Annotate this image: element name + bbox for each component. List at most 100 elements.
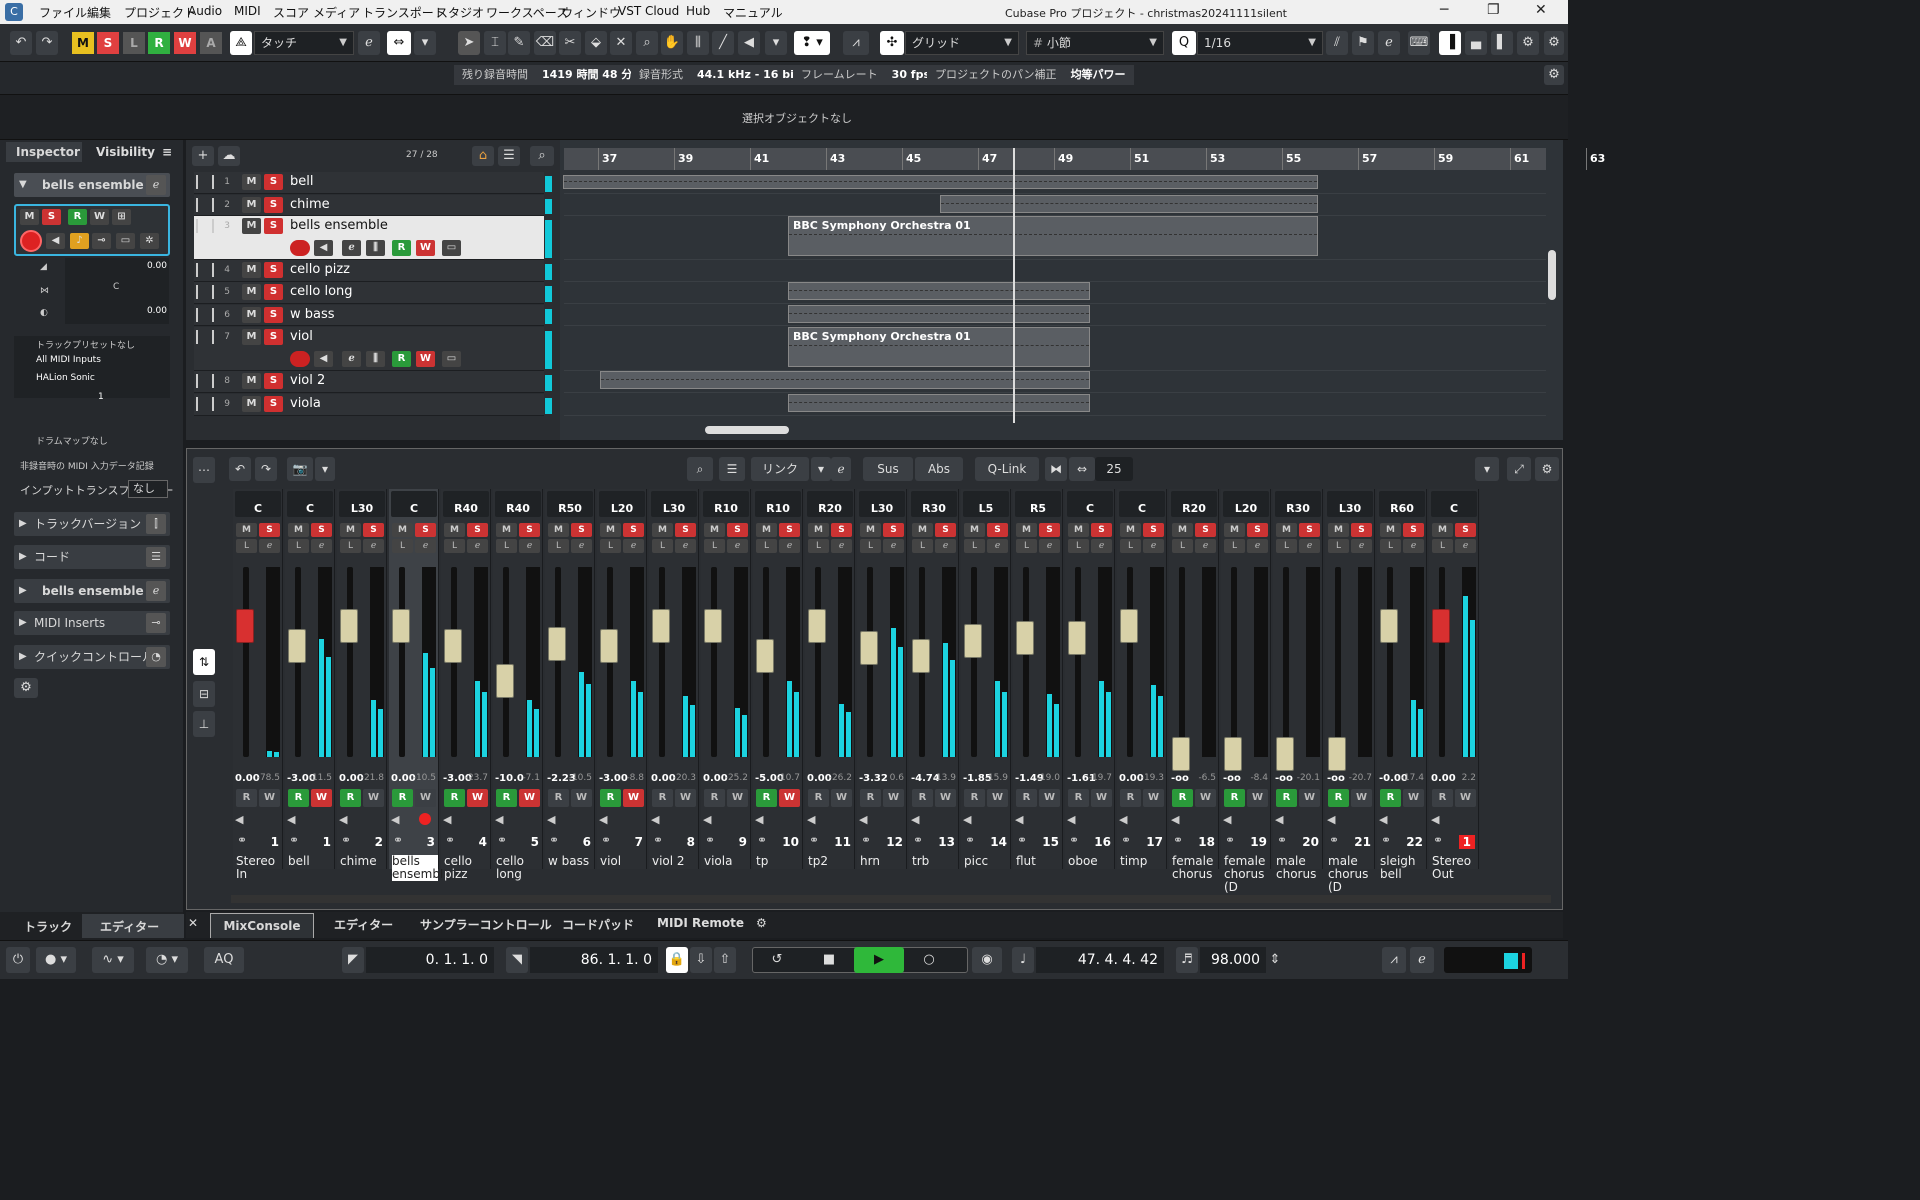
track-mute-button[interactable]: M bbox=[242, 284, 261, 300]
track-mute-button[interactable]: M bbox=[242, 262, 261, 278]
tab-visibility[interactable]: Visibility bbox=[96, 142, 155, 162]
peak-value[interactable]: 0.6 bbox=[890, 773, 904, 783]
listen-button[interactable]: L bbox=[704, 539, 725, 553]
volume-value[interactable]: 0.00 bbox=[1431, 773, 1456, 784]
listen-button[interactable]: L bbox=[1068, 539, 1089, 553]
volume-fader[interactable] bbox=[1016, 621, 1034, 655]
channel-edit-icon[interactable]: ℯ bbox=[259, 539, 280, 553]
channel-strip[interactable]: C M S Lℯ -3.00 -11.5 R W ◀ ⚭ 1 bell bbox=[285, 489, 335, 869]
position-display[interactable]: 47. 4. 4. 42 bbox=[1036, 947, 1164, 973]
track-solo-button[interactable]: S bbox=[264, 373, 283, 389]
peak-value[interactable]: -8.8 bbox=[626, 773, 644, 783]
track-name[interactable]: bell bbox=[290, 174, 313, 189]
add-track-icon[interactable]: + bbox=[192, 146, 214, 166]
grid-type-select[interactable]: # 小節 ▼ bbox=[1026, 31, 1164, 55]
write-automation-button[interactable]: W bbox=[1039, 789, 1060, 807]
peak-value[interactable]: -26.2 bbox=[829, 773, 852, 783]
channel-name[interactable]: male chorus (D bbox=[1328, 855, 1374, 894]
track-row[interactable]: 6 MSw bass bbox=[194, 305, 552, 326]
track-row[interactable]: 4 M Scello pizz bbox=[194, 260, 552, 282]
monitor-icon[interactable]: ◀ bbox=[314, 351, 333, 367]
toolbar-gear-icon[interactable]: ⚙ bbox=[1544, 31, 1564, 55]
volume-value[interactable]: -3.00 bbox=[599, 773, 628, 784]
channel-mute-button[interactable]: M bbox=[704, 523, 725, 537]
mute-tool-icon[interactable]: ✕ bbox=[610, 31, 632, 55]
channel-name[interactable]: tp2 bbox=[808, 855, 854, 868]
pan-control[interactable]: R40 bbox=[443, 491, 489, 517]
channel-name[interactable]: male chorus bbox=[1276, 855, 1322, 881]
channel-mute-button[interactable]: M bbox=[1224, 523, 1245, 537]
autoscroll-menu-icon[interactable]: ▾ bbox=[414, 31, 436, 55]
peak-value[interactable]: -10.5 bbox=[413, 773, 436, 783]
snap-line-icon[interactable]: ⩘ bbox=[843, 31, 869, 55]
monitor-icon[interactable]: ◀ bbox=[1223, 813, 1231, 826]
monitor-icon[interactable]: ◀ bbox=[703, 813, 711, 826]
write-mode-button[interactable]: W bbox=[174, 32, 196, 54]
channel-strip[interactable]: L30 M S Lℯ 0.00 -21.8 R W ◀ ⚭ 2 chime bbox=[337, 489, 387, 869]
write-automation-button[interactable]: W bbox=[259, 789, 280, 807]
track-lanes-icon[interactable]: ▭ bbox=[442, 240, 461, 256]
channel-mute-button[interactable]: M bbox=[1432, 523, 1453, 537]
listen-button[interactable]: L bbox=[392, 539, 413, 553]
channel-strip[interactable]: C M S Lℯ 0.00 -78.5 R W ◀ ⚭ 1 Stereo In bbox=[233, 489, 283, 881]
channel-edit-icon[interactable]: ℯ bbox=[675, 539, 696, 553]
track-name[interactable]: cello long bbox=[290, 284, 353, 299]
channel-solo-button[interactable]: S bbox=[1455, 523, 1476, 537]
read-automation-button[interactable]: R bbox=[860, 789, 881, 807]
audition-mode-button[interactable]: A bbox=[200, 32, 222, 54]
channel-edit-icon[interactable]: ℯ bbox=[883, 539, 904, 553]
fader-view-icon[interactable]: ⇅ bbox=[193, 649, 215, 675]
auto-quantize-button[interactable]: AQ bbox=[204, 947, 244, 973]
status-gear-icon[interactable]: ⚙ bbox=[1544, 65, 1564, 85]
color-tool-icon[interactable]: ▾ bbox=[765, 31, 787, 55]
peak-value[interactable]: -25.2 bbox=[725, 773, 748, 783]
peak-value[interactable]: -6.5 bbox=[1198, 773, 1216, 783]
peak-value[interactable]: -7.1 bbox=[522, 773, 540, 783]
volume-value[interactable]: -3.32 bbox=[859, 773, 888, 784]
tab-mixconsole[interactable]: MixConsole bbox=[210, 913, 314, 938]
channel-name[interactable]: cello long bbox=[496, 855, 542, 881]
channel-solo-button[interactable]: S bbox=[779, 523, 800, 537]
volume-fader[interactable] bbox=[704, 609, 722, 643]
channel-mute-button[interactable]: M bbox=[652, 523, 673, 537]
read-automation-button[interactable]: R bbox=[652, 789, 673, 807]
read-automation-button[interactable]: R bbox=[1276, 789, 1297, 807]
read-automation-button[interactable]: R bbox=[1224, 789, 1245, 807]
write-automation-button[interactable]: W bbox=[1351, 789, 1372, 807]
channel-solo-button[interactable]: S bbox=[831, 523, 852, 537]
object-select-tool-icon[interactable]: ➤ bbox=[458, 31, 480, 55]
monitor-icon[interactable]: ◀ bbox=[287, 813, 295, 826]
monitor-icon[interactable]: ◀ bbox=[339, 813, 347, 826]
midi-part[interactable] bbox=[940, 195, 1318, 213]
menu-score[interactable]: スコア bbox=[273, 4, 309, 21]
channel-edit-icon[interactable]: ℯ bbox=[415, 539, 436, 553]
channel-edit-icon[interactable]: ℯ bbox=[1247, 539, 1268, 553]
monitor-icon[interactable]: ◀ bbox=[1327, 813, 1335, 826]
midi-part[interactable] bbox=[788, 394, 1090, 412]
pan-control[interactable]: C bbox=[1067, 491, 1113, 517]
track-solo-button[interactable]: S bbox=[264, 307, 283, 323]
search-icon[interactable]: ⌕ bbox=[530, 146, 554, 166]
volume-fader[interactable] bbox=[1120, 609, 1138, 643]
record-icon[interactable]: ○ bbox=[914, 947, 944, 973]
write-automation-button[interactable]: W bbox=[1195, 789, 1216, 807]
left-locator-field[interactable]: 0. 1. 1. 0 bbox=[366, 947, 494, 973]
volume-value[interactable]: -10.0 bbox=[495, 773, 524, 784]
channel-name[interactable]: w bass bbox=[548, 855, 594, 868]
channel-edit-icon[interactable]: ℯ bbox=[467, 539, 488, 553]
monitor-icon[interactable]: ◀ bbox=[235, 813, 243, 826]
read-automation-button[interactable]: R bbox=[600, 789, 621, 807]
write-automation-button[interactable]: W bbox=[987, 789, 1008, 807]
channel-strip[interactable]: R40 M S Lℯ -10.0 -7.1 R W ◀ ⚭ 5 cello long bbox=[493, 489, 543, 881]
monitor-icon[interactable]: ◀ bbox=[911, 813, 919, 826]
range-select-tool-icon[interactable]: ⌶ bbox=[484, 31, 506, 55]
right-zone-icon[interactable]: ▌ bbox=[1491, 31, 1513, 55]
read-automation-button[interactable]: R bbox=[808, 789, 829, 807]
midi-output-field[interactable]: HALion Sonic bbox=[36, 373, 95, 383]
pan-control[interactable]: R40 bbox=[495, 491, 541, 517]
peak-value[interactable]: -23.7 bbox=[465, 773, 488, 783]
track-read-button[interactable]: R bbox=[392, 351, 411, 367]
peak-value[interactable]: -19.7 bbox=[1089, 773, 1112, 783]
track-solo-button[interactable]: S bbox=[264, 329, 283, 345]
quantize-edit-icon[interactable]: ℯ bbox=[1378, 31, 1400, 55]
